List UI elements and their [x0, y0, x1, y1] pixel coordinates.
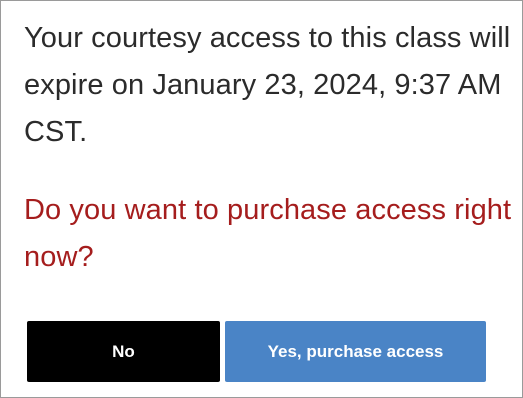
purchase-question: Do you want to purchase access right now… [24, 194, 512, 273]
no-button[interactable]: No [27, 321, 220, 382]
courtesy-access-dialog: Your courtesy access to this class will … [0, 0, 523, 398]
purchase-access-button[interactable]: Yes, purchase access [225, 321, 486, 382]
expiration-message: Your courtesy access to this class will … [24, 22, 511, 148]
